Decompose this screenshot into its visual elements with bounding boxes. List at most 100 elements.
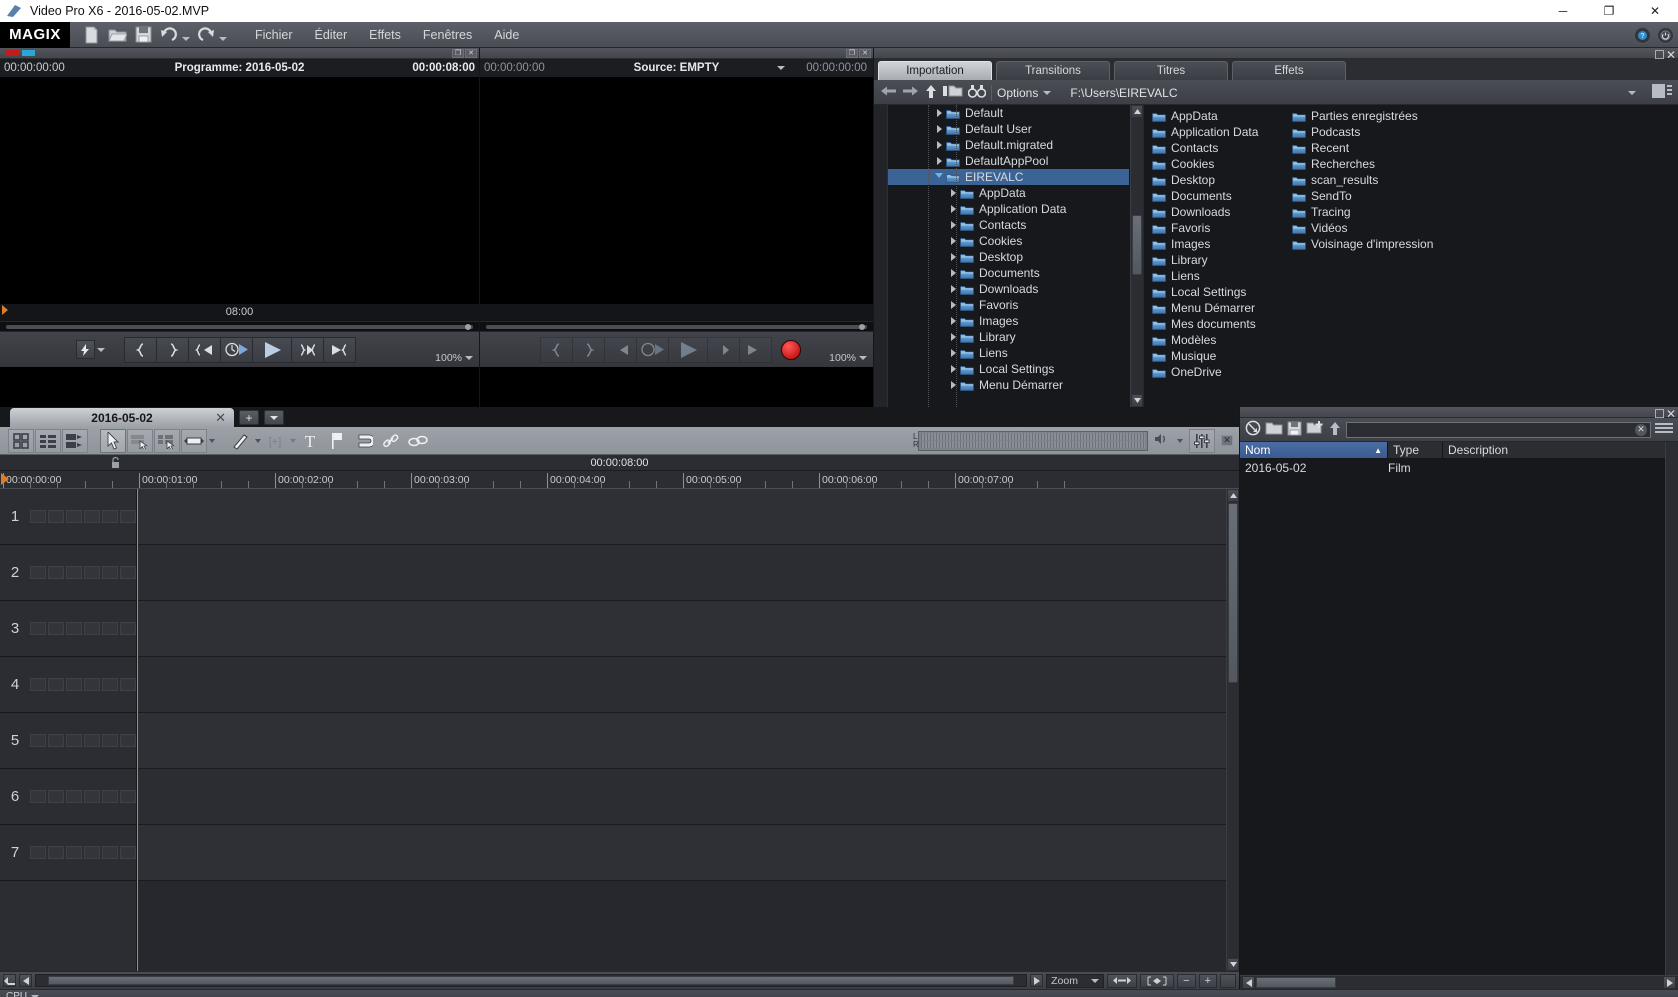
undo-icon[interactable] bbox=[158, 24, 180, 46]
tree-expander-icon[interactable] bbox=[934, 172, 944, 182]
set-in-icon[interactable] bbox=[124, 336, 157, 363]
link-icon[interactable] bbox=[378, 429, 404, 453]
file-item[interactable]: Recent bbox=[1284, 140, 1424, 156]
close-button[interactable]: ✕ bbox=[1632, 0, 1678, 22]
source-zoom-caret[interactable] bbox=[859, 356, 867, 360]
new-folder-icon[interactable] bbox=[943, 84, 963, 101]
binoculars-icon[interactable] bbox=[967, 84, 987, 101]
track-control-cell[interactable] bbox=[30, 734, 46, 747]
track-control-cell[interactable] bbox=[48, 510, 64, 523]
open-folder-icon[interactable] bbox=[1265, 422, 1283, 438]
menu-item-fenetres[interactable]: Fenêtres bbox=[412, 25, 483, 45]
unlink-icon[interactable] bbox=[405, 429, 431, 453]
media-manager-close-button[interactable]: ✕ bbox=[1666, 407, 1676, 421]
mixer-icon[interactable] bbox=[1189, 428, 1215, 453]
track-control-cell[interactable] bbox=[30, 790, 46, 803]
tree-expander-icon[interactable] bbox=[934, 108, 944, 118]
options-dropdown-caret[interactable] bbox=[1043, 90, 1052, 95]
tree-left-scroll-gutter[interactable] bbox=[874, 105, 888, 407]
tree-item-default-migrated[interactable]: Default.migrated bbox=[888, 137, 1129, 153]
file-item[interactable]: scan_results bbox=[1284, 172, 1424, 188]
table-row[interactable]: 2016-05-02 Film bbox=[1240, 459, 1678, 477]
track-control-cell[interactable] bbox=[84, 846, 100, 859]
up-arrow-icon[interactable] bbox=[924, 84, 938, 102]
undo-dropdown-caret[interactable] bbox=[182, 36, 190, 41]
timeline-menu-button[interactable] bbox=[264, 410, 284, 425]
marker-icon[interactable] bbox=[324, 429, 350, 453]
track-control-cell[interactable] bbox=[48, 678, 64, 691]
lock-icon[interactable] bbox=[110, 456, 121, 472]
new-file-icon[interactable] bbox=[80, 24, 102, 46]
mouse-mode-icon[interactable] bbox=[100, 428, 126, 453]
track-control-cell[interactable] bbox=[48, 846, 64, 859]
split-icon[interactable] bbox=[227, 429, 253, 453]
file-item[interactable]: Voisinage d'impression bbox=[1284, 236, 1433, 252]
track-control-cell[interactable] bbox=[84, 622, 100, 635]
track-control-cell[interactable] bbox=[102, 678, 118, 691]
track-control-cell[interactable] bbox=[66, 622, 82, 635]
file-item[interactable]: Downloads bbox=[1144, 204, 1284, 220]
track-control-cell[interactable] bbox=[84, 734, 100, 747]
transport-dropdown-caret[interactable] bbox=[97, 347, 105, 352]
clear-icon[interactable]: ✕ bbox=[1635, 423, 1647, 436]
zoom-extra-button[interactable] bbox=[1220, 973, 1236, 988]
split-dropdown-caret[interactable] bbox=[255, 438, 261, 443]
zoom-in-button[interactable]: + bbox=[1198, 973, 1217, 988]
track-header[interactable]: 3 bbox=[0, 601, 136, 657]
tree-item-contacts[interactable]: Contacts bbox=[888, 217, 1129, 233]
help-icon[interactable]: ? bbox=[1634, 26, 1651, 44]
mm-hscroll-right-icon[interactable] bbox=[1663, 976, 1676, 989]
tree-item-liens[interactable]: Liens bbox=[888, 345, 1129, 361]
speaker-icon[interactable] bbox=[1154, 432, 1170, 449]
mm-hscroll-left-icon[interactable] bbox=[1242, 976, 1255, 989]
new-folder-icon[interactable] bbox=[1306, 421, 1324, 438]
file-item[interactable]: Vidéos bbox=[1284, 220, 1424, 236]
track-lane[interactable] bbox=[137, 657, 1239, 713]
tree-expander-icon[interactable] bbox=[934, 140, 944, 150]
redo-icon[interactable] bbox=[195, 24, 217, 46]
column-header-type[interactable]: Type bbox=[1388, 442, 1443, 458]
source-maximize-button[interactable]: ❐ bbox=[846, 49, 858, 58]
zoom-select[interactable]: Zoom bbox=[1046, 973, 1105, 988]
end-icon[interactable] bbox=[323, 336, 356, 363]
media-pool-options-label[interactable]: Options bbox=[997, 86, 1038, 100]
tree-item-application-data[interactable]: Application Data bbox=[888, 201, 1129, 217]
path-dropdown-caret[interactable] bbox=[1628, 90, 1636, 95]
program-zoom-control[interactable]: 100% bbox=[435, 352, 473, 364]
track-control-cell[interactable] bbox=[120, 622, 136, 635]
file-item[interactable]: Local Settings bbox=[1144, 284, 1284, 300]
track-header[interactable]: 5 bbox=[0, 713, 136, 769]
menu-item-fichier[interactable]: Fichier bbox=[244, 25, 304, 45]
tree-scroll-down-icon[interactable] bbox=[1131, 394, 1143, 407]
track-control-cell[interactable] bbox=[120, 734, 136, 747]
track-lane[interactable] bbox=[137, 713, 1239, 769]
forward-arrow-icon[interactable] bbox=[902, 85, 919, 100]
track-control-cell[interactable] bbox=[48, 734, 64, 747]
ruler-playhead-marker[interactable] bbox=[1, 473, 9, 485]
file-item[interactable]: AppData bbox=[1144, 108, 1284, 124]
tree-item-desktop[interactable]: Desktop bbox=[888, 249, 1129, 265]
tab-effets[interactable]: Effets bbox=[1232, 61, 1346, 80]
track-lane[interactable] bbox=[137, 489, 1239, 545]
source-zoom-control[interactable]: 100% bbox=[829, 352, 867, 364]
tree-item-favoris[interactable]: Favoris bbox=[888, 297, 1129, 313]
column-header-description[interactable]: Description bbox=[1443, 442, 1678, 458]
range-dropdown-caret[interactable] bbox=[290, 438, 296, 443]
view-list-icon[interactable] bbox=[1652, 84, 1672, 101]
record-button[interactable] bbox=[781, 339, 801, 360]
track-control-cell[interactable] bbox=[84, 678, 100, 691]
preview-icon[interactable] bbox=[220, 336, 253, 363]
tree-item-downloads[interactable]: Downloads bbox=[888, 281, 1129, 297]
source-dropdown-caret[interactable] bbox=[777, 66, 785, 70]
media-manager-horizontal-scrollbar[interactable] bbox=[1240, 975, 1678, 989]
file-item[interactable]: Podcasts bbox=[1284, 124, 1424, 140]
timeline-move-mode-icon[interactable] bbox=[3, 974, 16, 987]
track-lane[interactable] bbox=[137, 601, 1239, 657]
next-icon[interactable] bbox=[291, 336, 324, 363]
track-control-cell[interactable] bbox=[30, 678, 46, 691]
media-manager-vertical-scrollbar[interactable] bbox=[1665, 442, 1678, 975]
save-icon[interactable] bbox=[1287, 421, 1302, 439]
single-object-mode-icon[interactable] bbox=[127, 428, 153, 453]
track-control-cell[interactable] bbox=[66, 510, 82, 523]
text-icon[interactable]: T bbox=[297, 429, 323, 453]
